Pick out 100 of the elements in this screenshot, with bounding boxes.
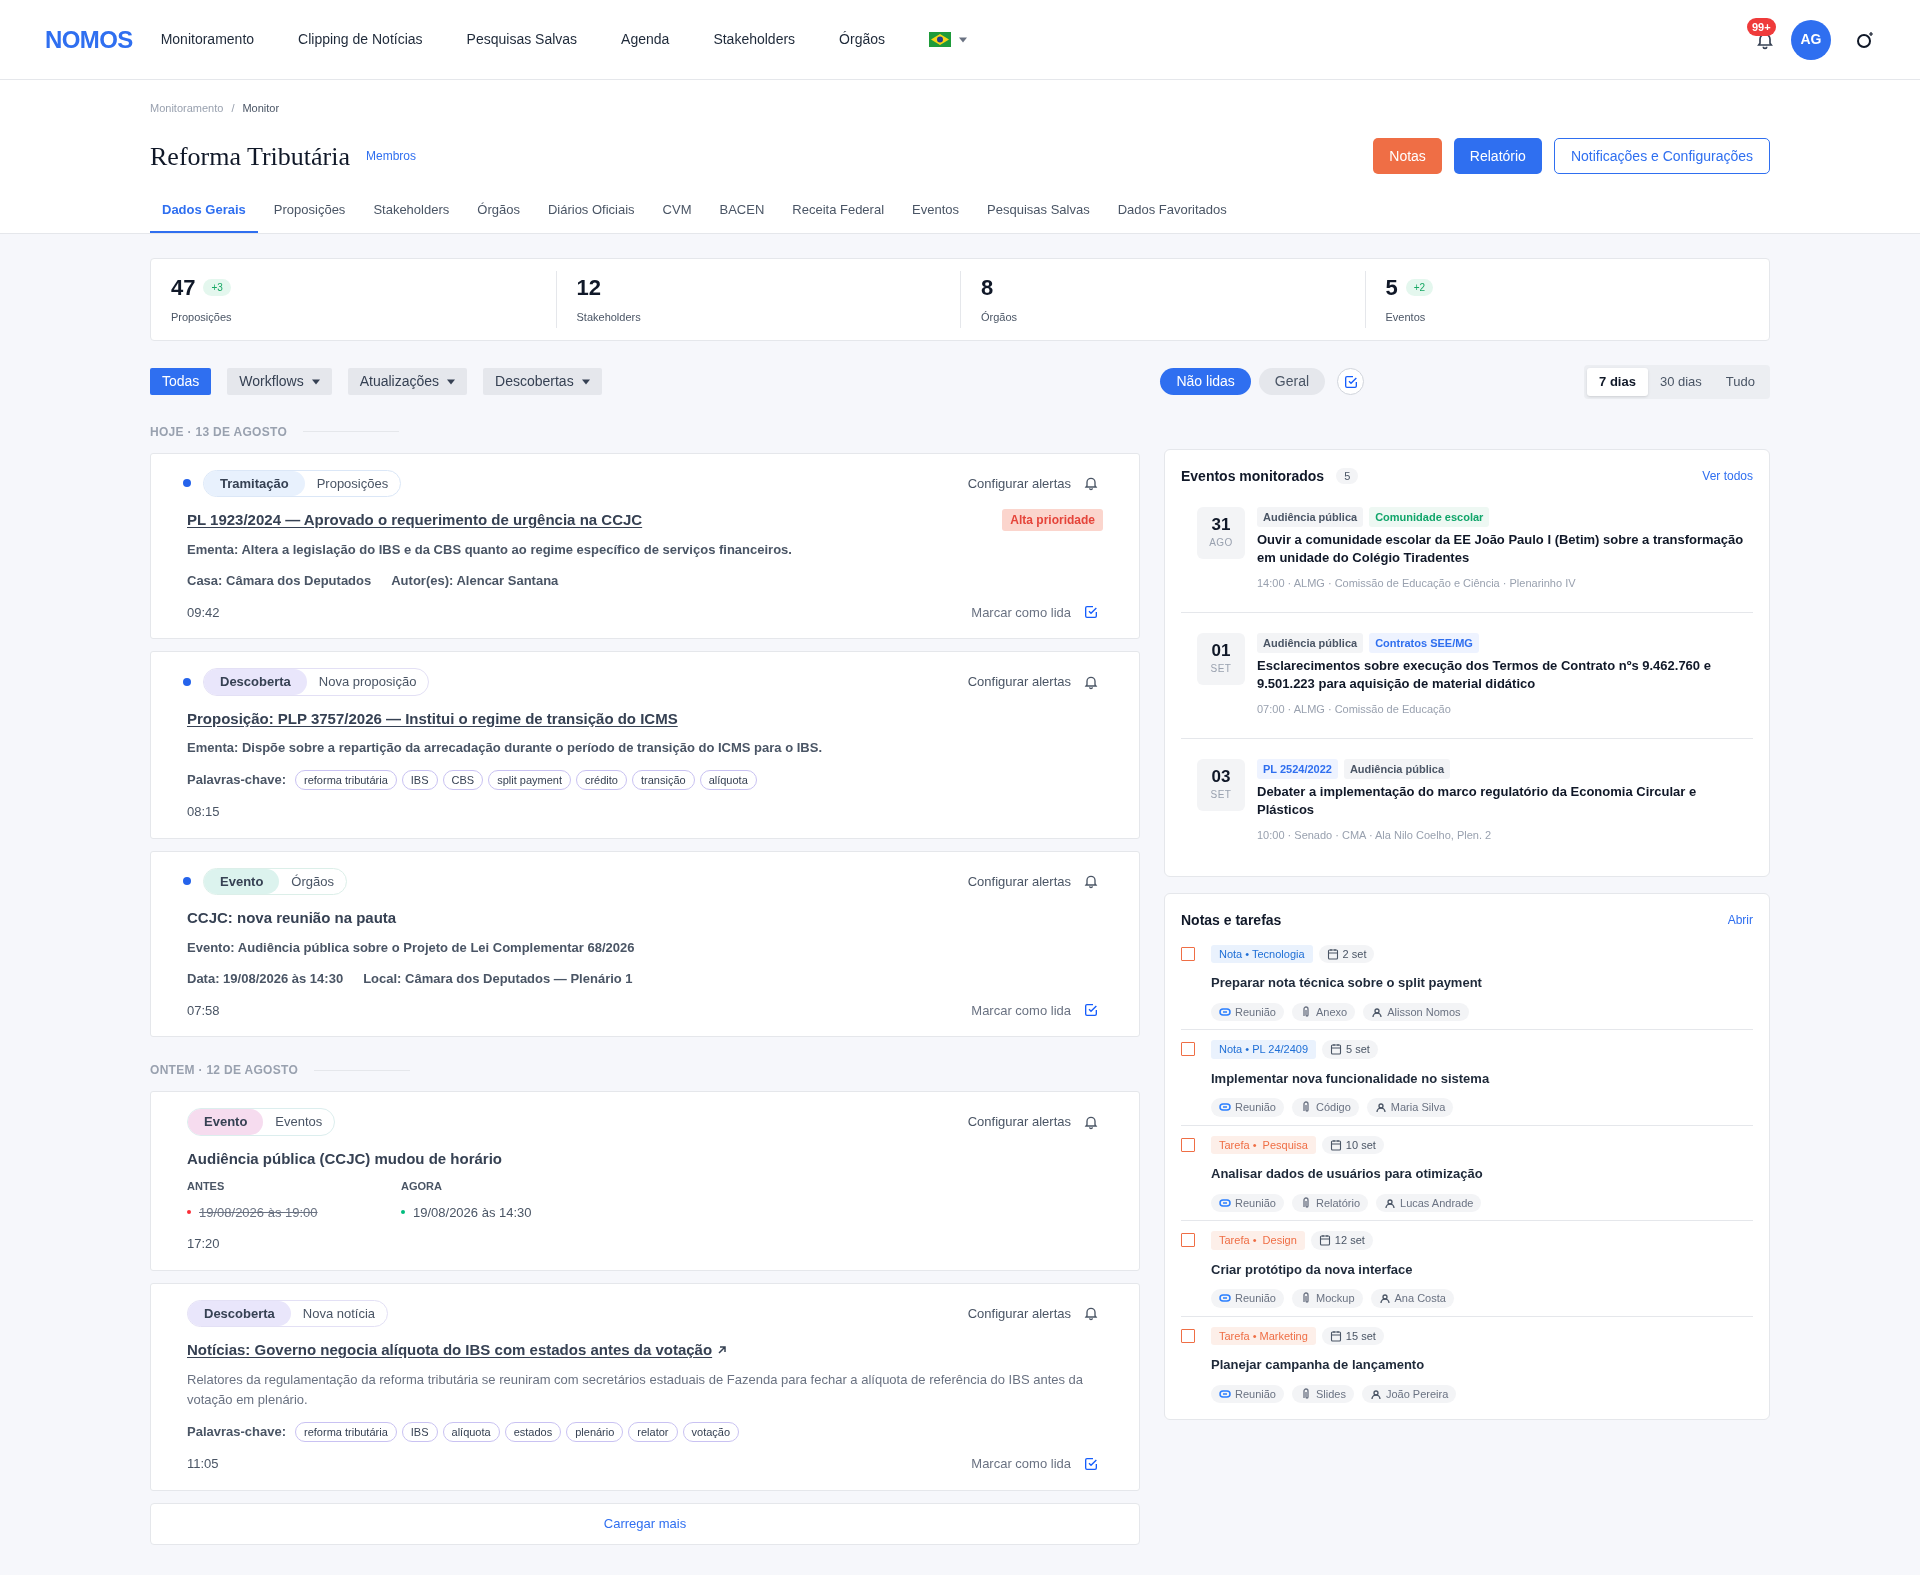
task-checkbox[interactable]: [1181, 1328, 1195, 1343]
section-tab[interactable]: Dados Gerais: [150, 195, 258, 233]
stat-label: Órgãos: [981, 311, 1018, 323]
period-option[interactable]: Tudo: [1713, 368, 1767, 396]
mark-read-button[interactable]: Marcar como lida: [971, 602, 1099, 622]
read-filter-pill[interactable]: Não lidas: [1160, 368, 1251, 396]
card-title-link[interactable]: Proposição: PLP 3757/2026 — Institui o regime de transição do ICMS: [187, 707, 678, 730]
configure-alerts-button[interactable]: Configurar alertas: [967, 473, 1099, 493]
period-option[interactable]: 30 dias: [1647, 368, 1714, 396]
nav-link[interactable]: Agenda: [621, 29, 670, 50]
nav-link[interactable]: Órgãos: [839, 29, 885, 50]
bell-icon: [1083, 475, 1099, 492]
mark-all-read-button[interactable]: [1337, 368, 1365, 396]
configure-alerts-button[interactable]: Configurar alertas: [967, 672, 1099, 692]
section-tab[interactable]: Diários Oficiais: [547, 195, 635, 233]
card-time: 17:20: [187, 1235, 220, 1253]
source-label: Nova notícia: [301, 1304, 377, 1323]
nav-link[interactable]: Monitoramento: [160, 29, 255, 50]
note-tag: Tarefa • Marketing: [1211, 1326, 1316, 1345]
note-tag: Nota • PL 24/2409: [1211, 1040, 1317, 1059]
section-tab[interactable]: CVM: [662, 195, 692, 233]
keywords-label: Palavras-chave:: [187, 1423, 286, 1441]
section-tab[interactable]: Dados Favoritados: [1117, 195, 1227, 233]
category-label: Evento: [188, 1109, 264, 1135]
date-month: AGO: [1209, 536, 1233, 550]
note-chip: Maria Silva: [1366, 1098, 1454, 1117]
nav-link[interactable]: Stakeholders: [713, 29, 796, 50]
bell-icon: [1083, 873, 1099, 890]
stat-value: 47: [171, 274, 196, 302]
card-title-link[interactable]: Notícias: Governo negocia alíquota do IBS com estados antes da votação: [187, 1339, 729, 1362]
note-title: Analisar dados de usuários para otimização: [1211, 1165, 1483, 1183]
language-selector[interactable]: [929, 32, 967, 47]
check-square-icon: [1083, 1455, 1099, 1472]
section-tab[interactable]: Pesquisas Salvas: [987, 195, 1090, 233]
calendar-icon: [1318, 1234, 1331, 1247]
category-label: Descoberta: [188, 1300, 291, 1326]
note-chip: Reunião: [1211, 1193, 1284, 1212]
header-button[interactable]: Notificações e Configurações: [1553, 138, 1770, 174]
card-time: 11:05: [187, 1455, 219, 1473]
source-label: Órgãos: [290, 872, 335, 891]
read-filter-pill[interactable]: Geral: [1258, 368, 1326, 396]
nav-link[interactable]: Clipping de Notícias: [298, 29, 423, 50]
section-tab[interactable]: Receita Federal: [792, 195, 885, 233]
brand-logo[interactable]: NOMOS: [45, 21, 133, 58]
section-tab[interactable]: BACEN: [719, 195, 765, 233]
card-meta: Data: 19/08/2026 às 14:30: [187, 970, 344, 988]
due-date-chip: 15 set: [1321, 1326, 1384, 1345]
task-checkbox[interactable]: [1181, 1233, 1195, 1247]
filter-button[interactable]: Workflows: [227, 368, 332, 396]
load-more-button[interactable]: Carregar mais: [150, 1502, 1140, 1545]
stat-value: 5: [1385, 274, 1398, 302]
mark-read-button[interactable]: Marcar como lida: [971, 1000, 1099, 1020]
tag-icon: [1219, 1196, 1231, 1209]
theme-toggle-icon[interactable]: [1855, 29, 1875, 50]
card-summary: Evento: Audiência pública sobre o Projeto de Lei Complementar 68/2026: [187, 938, 636, 957]
section-tab[interactable]: Stakeholders: [373, 195, 450, 233]
open-link[interactable]: Abrir: [1727, 911, 1753, 929]
card-title-link[interactable]: PL 1923/2024 — Aprovado o requerimento de urgência na CCJC: [187, 509, 643, 532]
user-avatar[interactable]: AG: [1791, 19, 1831, 60]
due-date-chip: 2 set: [1318, 944, 1375, 963]
stat-value: 12: [576, 274, 601, 302]
header-button[interactable]: Relatório: [1453, 138, 1542, 174]
paperclip-icon: [1300, 1101, 1312, 1114]
note-title: Criar protótipo da nova interface: [1211, 1260, 1414, 1279]
configure-alerts-button[interactable]: Configurar alertas: [967, 1303, 1099, 1323]
note-title: Planejar campanha de lançamento: [1211, 1356, 1426, 1374]
due-date-chip: 5 set: [1322, 1040, 1378, 1059]
date-month: SET: [1210, 788, 1232, 802]
filter-button[interactable]: Todas: [150, 368, 212, 396]
note-title: Preparar nota técnica sobre o split payment: [1211, 974, 1482, 992]
tag-icon: [1219, 1101, 1231, 1114]
nav-link[interactable]: Pesquisas Salvas: [466, 29, 578, 50]
section-tab[interactable]: Proposições: [273, 195, 346, 233]
calendar-icon: [1326, 947, 1339, 960]
task-checkbox[interactable]: [1181, 1042, 1195, 1056]
calendar-icon: [1329, 1329, 1342, 1342]
task-checkbox[interactable]: [1181, 946, 1195, 961]
stat-label: Stakeholders: [576, 311, 641, 323]
old-datetime: 19/08/2026 às 19:00: [199, 1203, 318, 1222]
mark-read-button[interactable]: Marcar como lida: [971, 1454, 1099, 1474]
task-checkbox[interactable]: [1181, 1137, 1195, 1152]
section-tab[interactable]: Órgãos: [477, 195, 520, 233]
check-square-icon: [1083, 604, 1099, 621]
filter-button[interactable]: Descobertas: [483, 368, 602, 396]
caret-icon: [959, 35, 967, 44]
see-all-link[interactable]: Ver todos: [1702, 467, 1753, 485]
source-label: Nova proposição: [317, 673, 418, 691]
configure-alerts-button[interactable]: Configurar alertas: [967, 1112, 1099, 1132]
card-title: Audiência pública (CCJC) mudou de horário: [187, 1148, 503, 1169]
filter-button[interactable]: Atualizações: [347, 368, 468, 396]
category-label: Descoberta: [204, 669, 307, 695]
panel-title: Eventos monitorados: [1181, 466, 1325, 486]
section-tab[interactable]: Eventos: [912, 195, 960, 233]
period-option[interactable]: 7 dias: [1587, 368, 1648, 396]
before-label: ANTES: [187, 1179, 226, 1194]
event-title: Ouvir a comunidade escolar da EE João Paulo I (Betim) sobre a transformação em unidade do Colégio Tiradentes: [1257, 531, 1745, 567]
check-square-icon: [1083, 1002, 1099, 1019]
members-link[interactable]: Membros: [366, 147, 417, 165]
flag-icon: [929, 32, 951, 47]
configure-alerts-button[interactable]: Configurar alertas: [967, 871, 1099, 891]
